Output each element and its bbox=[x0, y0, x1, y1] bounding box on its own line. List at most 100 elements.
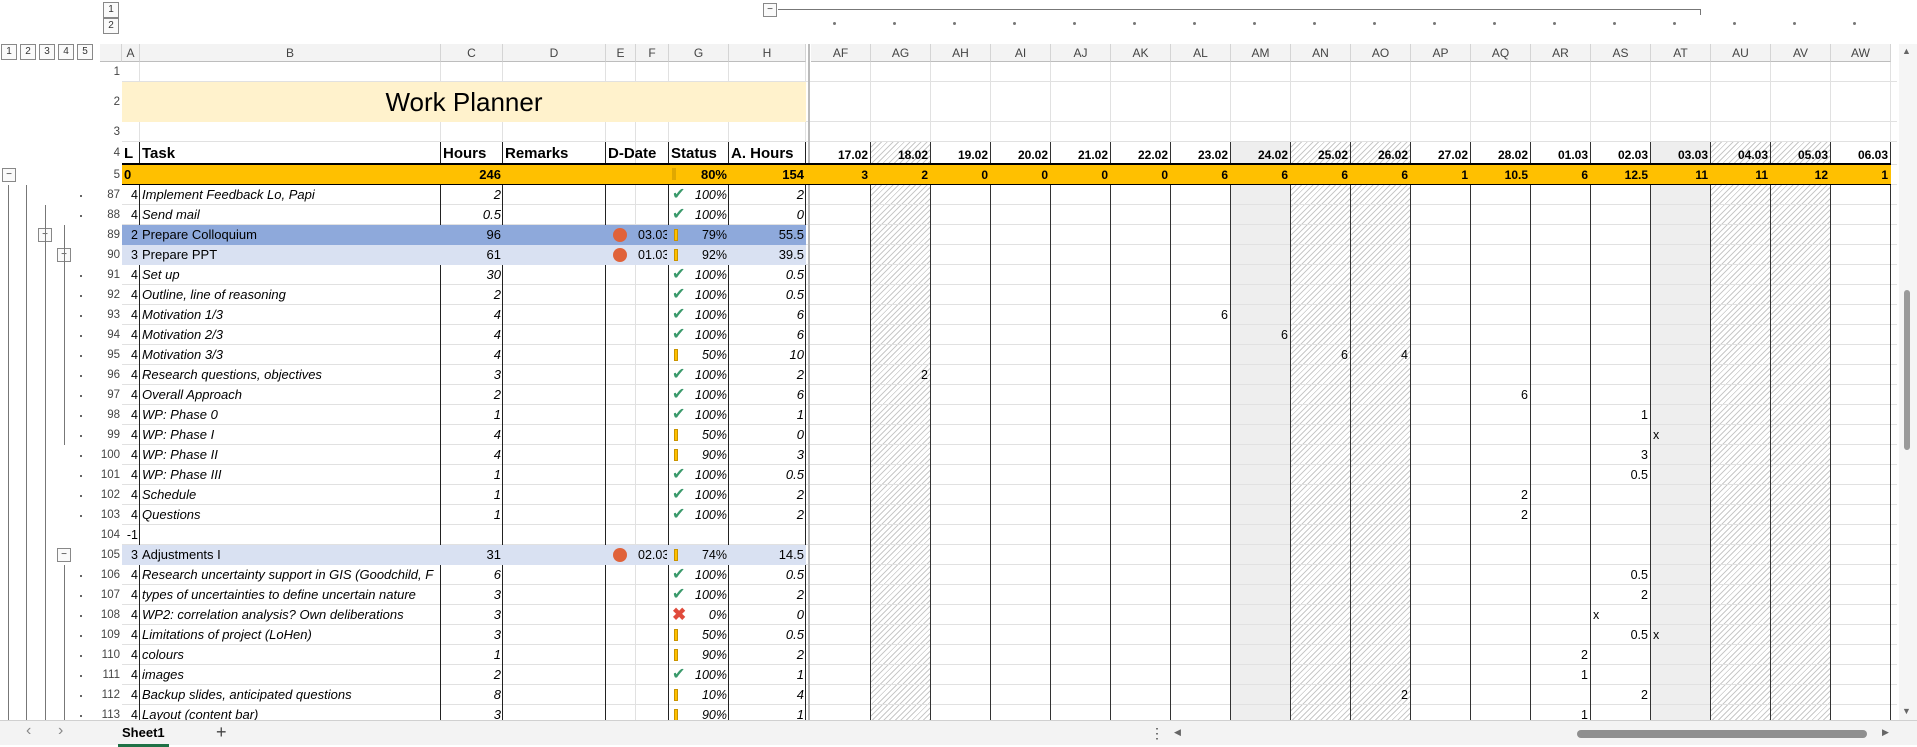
task-hours[interactable]: 3 bbox=[443, 365, 501, 385]
row-level[interactable]: 4 bbox=[124, 425, 138, 445]
header-date-AN[interactable]: 25.02 bbox=[1291, 142, 1348, 165]
task-actual-hours[interactable]: 1 bbox=[731, 665, 804, 685]
column-header-AG[interactable]: AG bbox=[871, 44, 931, 62]
task-name[interactable]: Questions bbox=[142, 505, 439, 525]
task-status[interactable]: 100% bbox=[671, 565, 727, 585]
task-actual-hours[interactable]: 0.5 bbox=[731, 285, 804, 305]
row-level[interactable]: 4 bbox=[124, 285, 138, 305]
task-hours[interactable]: 1 bbox=[443, 405, 501, 425]
hscroll-right-arrow[interactable]: ▶ bbox=[1882, 727, 1889, 738]
task-hours[interactable]: 3 bbox=[443, 605, 501, 625]
task-hours[interactable]: 1 bbox=[443, 465, 501, 485]
row-header-111[interactable]: 111 bbox=[100, 665, 122, 685]
outline-row-level-1[interactable]: 1 bbox=[103, 2, 119, 18]
task-actual-hours[interactable]: 0 bbox=[731, 425, 804, 445]
day-hours-AS[interactable]: 0.5 bbox=[1591, 465, 1648, 485]
row-level[interactable]: 3 bbox=[124, 545, 138, 565]
day-hours-AS[interactable]: 3 bbox=[1591, 445, 1648, 465]
due-date[interactable] bbox=[638, 465, 667, 485]
row-level[interactable]: 4 bbox=[124, 405, 138, 425]
day-hours-AQ[interactable]: 6 bbox=[1471, 385, 1528, 405]
summary-day-total-AJ[interactable]: 0 bbox=[1051, 165, 1108, 185]
row-header-89[interactable]: 89 bbox=[100, 225, 122, 245]
task-name[interactable]: colours bbox=[142, 645, 439, 665]
day-hours-AR[interactable]: 1 bbox=[1531, 665, 1588, 685]
task-name[interactable]: Prepare PPT bbox=[142, 245, 439, 265]
horizontal-scrollbar-thumb[interactable] bbox=[1577, 730, 1867, 738]
outline-row-level-2[interactable]: 2 bbox=[103, 18, 119, 34]
column-header-B[interactable]: B bbox=[140, 44, 441, 62]
header-date-AO[interactable]: 26.02 bbox=[1351, 142, 1408, 165]
column-header-AK[interactable]: AK bbox=[1111, 44, 1171, 62]
due-date[interactable] bbox=[638, 625, 667, 645]
due-date[interactable]: 02.03 bbox=[638, 545, 667, 565]
header-hours[interactable]: Hours bbox=[443, 142, 501, 165]
task-actual-hours[interactable]: 4 bbox=[731, 685, 804, 705]
row-header-87[interactable]: 87 bbox=[100, 185, 122, 205]
task-actual-hours[interactable]: 6 bbox=[731, 305, 804, 325]
row-header-99[interactable]: 99 bbox=[100, 425, 122, 445]
task-status[interactable]: 50% bbox=[671, 625, 727, 645]
due-date[interactable] bbox=[638, 605, 667, 625]
row-level[interactable]: 3 bbox=[124, 245, 138, 265]
row-level[interactable]: 4 bbox=[124, 565, 138, 585]
task-actual-hours[interactable]: 3 bbox=[731, 445, 804, 465]
task-actual-hours[interactable]: 2 bbox=[731, 585, 804, 605]
column-header-F[interactable]: F bbox=[636, 44, 669, 62]
task-hours[interactable]: 61 bbox=[443, 245, 501, 265]
column-header-AL[interactable]: AL bbox=[1171, 44, 1231, 62]
task-hours[interactable]: 4 bbox=[443, 325, 501, 345]
column-header-AQ[interactable]: AQ bbox=[1471, 44, 1531, 62]
column-header-AO[interactable]: AO bbox=[1351, 44, 1411, 62]
summary-day-total-AL[interactable]: 6 bbox=[1171, 165, 1228, 185]
due-date[interactable] bbox=[638, 345, 667, 365]
day-hours-AO[interactable]: 2 bbox=[1351, 685, 1408, 705]
row-header-100[interactable]: 100 bbox=[100, 445, 122, 465]
row-header-92[interactable]: 92 bbox=[100, 285, 122, 305]
row-header-102[interactable]: 102 bbox=[100, 485, 122, 505]
day-hours-AS[interactable]: x bbox=[1593, 605, 1650, 625]
day-hours-AN[interactable]: 6 bbox=[1291, 345, 1348, 365]
header-date-AL[interactable]: 23.02 bbox=[1171, 142, 1228, 165]
day-hours-AL[interactable]: 6 bbox=[1171, 305, 1228, 325]
task-name[interactable] bbox=[142, 525, 439, 545]
header-task[interactable]: Task bbox=[142, 142, 439, 165]
due-date[interactable] bbox=[638, 265, 667, 285]
task-hours[interactable]: 1 bbox=[443, 645, 501, 665]
due-date[interactable] bbox=[638, 385, 667, 405]
task-name[interactable]: WP: Phase I bbox=[142, 425, 439, 445]
day-hours-AR[interactable]: 2 bbox=[1531, 645, 1588, 665]
task-hours[interactable]: 0.5 bbox=[443, 205, 501, 225]
row-level[interactable]: 4 bbox=[124, 265, 138, 285]
column-header-AV[interactable]: AV bbox=[1771, 44, 1831, 62]
due-date[interactable] bbox=[638, 685, 667, 705]
row-header-105[interactable]: 105 bbox=[100, 545, 122, 565]
task-status[interactable]: 100% bbox=[671, 205, 727, 225]
task-name[interactable]: Overall Approach bbox=[142, 385, 439, 405]
task-name[interactable]: WP2: correlation analysis? Own deliberat… bbox=[142, 605, 439, 625]
summary-day-total-AO[interactable]: 6 bbox=[1351, 165, 1408, 185]
task-status[interactable]: 100% bbox=[671, 285, 727, 305]
row-level[interactable]: 4 bbox=[124, 465, 138, 485]
due-date[interactable] bbox=[638, 185, 667, 205]
row-level[interactable]: 4 bbox=[124, 365, 138, 385]
day-hours-AT[interactable]: x bbox=[1653, 625, 1710, 645]
task-actual-hours[interactable]: 0.5 bbox=[731, 565, 804, 585]
task-status[interactable]: 0% bbox=[671, 605, 727, 625]
row-header-90[interactable]: 90 bbox=[100, 245, 122, 265]
column-header-AH[interactable]: AH bbox=[931, 44, 991, 62]
day-hours-AS[interactable]: 2 bbox=[1591, 685, 1648, 705]
row-level[interactable]: -1 bbox=[124, 525, 138, 545]
task-hours[interactable]: 30 bbox=[443, 265, 501, 285]
task-status[interactable]: 90% bbox=[671, 645, 727, 665]
collapse-column-group-button[interactable]: − bbox=[763, 3, 777, 17]
task-name[interactable]: Research questions, objectives bbox=[142, 365, 439, 385]
hscroll-left-arrow[interactable]: ◀ bbox=[1174, 727, 1181, 738]
header-date-AP[interactable]: 27.02 bbox=[1411, 142, 1468, 165]
row-header-98[interactable]: 98 bbox=[100, 405, 122, 425]
header-date-AJ[interactable]: 21.02 bbox=[1051, 142, 1108, 165]
day-hours-AS[interactable]: 0.5 bbox=[1591, 565, 1648, 585]
row-header-95[interactable]: 95 bbox=[100, 345, 122, 365]
row-header-94[interactable]: 94 bbox=[100, 325, 122, 345]
task-name[interactable]: Motivation 1/3 bbox=[142, 305, 439, 325]
